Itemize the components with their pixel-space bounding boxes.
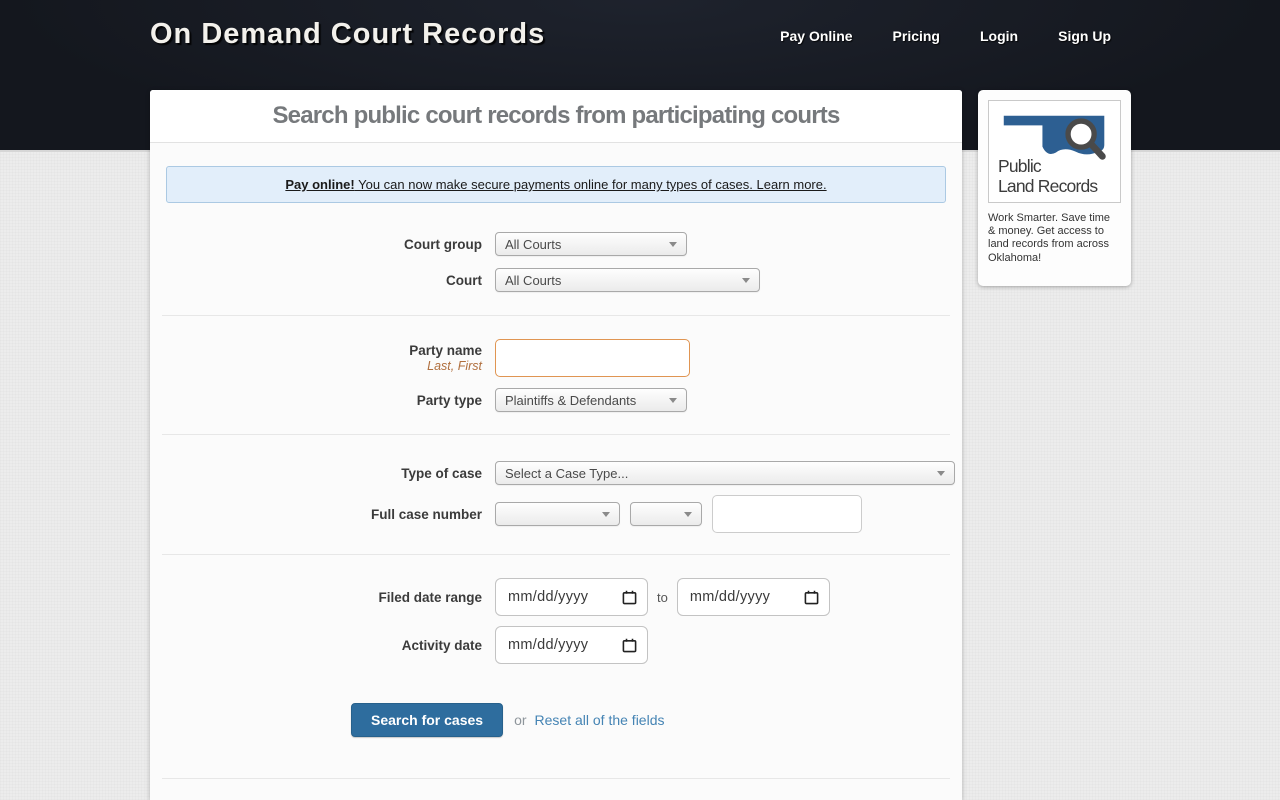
court-group-select-value: All Courts	[505, 237, 561, 252]
calendar-icon[interactable]	[622, 590, 637, 605]
nav-pricing[interactable]: Pricing	[893, 28, 940, 44]
logo-line-1: Public	[998, 156, 1097, 177]
case-number-year-select[interactable]	[495, 502, 620, 526]
chevron-down-icon	[602, 512, 610, 517]
section-case: Type of case Select a Case Type... Full …	[150, 435, 962, 554]
court-label: Court	[150, 273, 482, 288]
top-nav: Pay Online Pricing Login Sign Up	[780, 18, 1111, 44]
chevron-down-icon	[669, 242, 677, 247]
chevron-down-icon	[937, 471, 945, 476]
chevron-down-icon	[742, 278, 750, 283]
party-name-hint: Last, First	[150, 359, 482, 373]
calendar-icon[interactable]	[622, 638, 637, 653]
section-courts: Court group All Courts Court All Courts	[150, 203, 962, 315]
filed-date-from-input[interactable]: mm/dd/yyyy	[495, 578, 648, 616]
filed-date-label: Filed date range	[150, 590, 482, 605]
date-placeholder: mm/dd/yyyy	[690, 589, 770, 605]
section-dates: Filed date range mm/dd/yyyy to mm/dd/yyy…	[150, 555, 962, 664]
logo-line-2: Land Records	[998, 176, 1097, 197]
nav-login[interactable]: Login	[980, 28, 1018, 44]
case-type-label: Type of case	[150, 466, 482, 481]
brand-logo[interactable]: On Demand Court Records	[150, 18, 545, 51]
party-name-input[interactable]	[495, 339, 690, 377]
bottom-divider	[162, 778, 950, 779]
case-type-select-value: Select a Case Type...	[505, 466, 628, 481]
or-text: or	[514, 712, 526, 728]
filed-date-to-input[interactable]: mm/dd/yyyy	[677, 578, 830, 616]
case-number-input[interactable]	[712, 495, 862, 533]
nav-sign-up[interactable]: Sign Up	[1058, 28, 1111, 44]
case-number-label: Full case number	[150, 507, 482, 522]
public-land-records-description: Work Smarter. Save time & money. Get acc…	[988, 212, 1114, 265]
case-number-type-select[interactable]	[630, 502, 702, 526]
form-actions: Search for cases or Reset all of the fie…	[351, 703, 962, 737]
date-placeholder: mm/dd/yyyy	[508, 589, 588, 605]
public-land-records-logo[interactable]: Public Land Records	[988, 100, 1121, 203]
pay-online-banner: Pay online! You can now make secure paym…	[166, 166, 946, 203]
banner-text: You can now make secure payments online …	[355, 177, 757, 192]
activity-date-label: Activity date	[150, 638, 482, 653]
court-group-label: Court group	[150, 237, 482, 252]
calendar-icon[interactable]	[804, 590, 819, 605]
search-for-cases-button[interactable]: Search for cases	[351, 703, 503, 737]
court-select-value: All Courts	[505, 273, 561, 288]
party-type-select-value: Plaintiffs & Defendants	[505, 393, 636, 408]
public-land-records-widget: Public Land Records Work Smarter. Save t…	[978, 90, 1131, 286]
date-range-separator: to	[657, 590, 668, 605]
case-type-select[interactable]: Select a Case Type...	[495, 461, 955, 485]
party-type-select[interactable]: Plaintiffs & Defendants	[495, 388, 687, 412]
party-type-label: Party type	[150, 393, 482, 408]
public-land-records-wordmark: Public Land Records	[998, 156, 1097, 197]
chevron-down-icon	[669, 398, 677, 403]
court-group-select[interactable]: All Courts	[495, 232, 687, 256]
chevron-down-icon	[684, 512, 692, 517]
search-panel: Search public court records from partici…	[150, 90, 962, 800]
reset-fields-link[interactable]: Reset all of the fields	[535, 712, 665, 728]
banner-bold-text: Pay online!	[285, 177, 354, 192]
banner-learn-more-link: Learn more.	[757, 177, 827, 192]
activity-date-input[interactable]: mm/dd/yyyy	[495, 626, 648, 664]
party-name-label-text: Party name	[409, 343, 482, 358]
page-title: Search public court records from partici…	[150, 90, 962, 143]
section-party: Party name Last, First Party type Plaint…	[150, 316, 962, 434]
party-name-label: Party name Last, First	[150, 343, 482, 373]
court-select[interactable]: All Courts	[495, 268, 760, 292]
date-placeholder: mm/dd/yyyy	[508, 637, 588, 653]
pay-online-banner-link[interactable]: Pay online! You can now make secure paym…	[285, 177, 826, 192]
nav-pay-online[interactable]: Pay Online	[780, 28, 852, 44]
